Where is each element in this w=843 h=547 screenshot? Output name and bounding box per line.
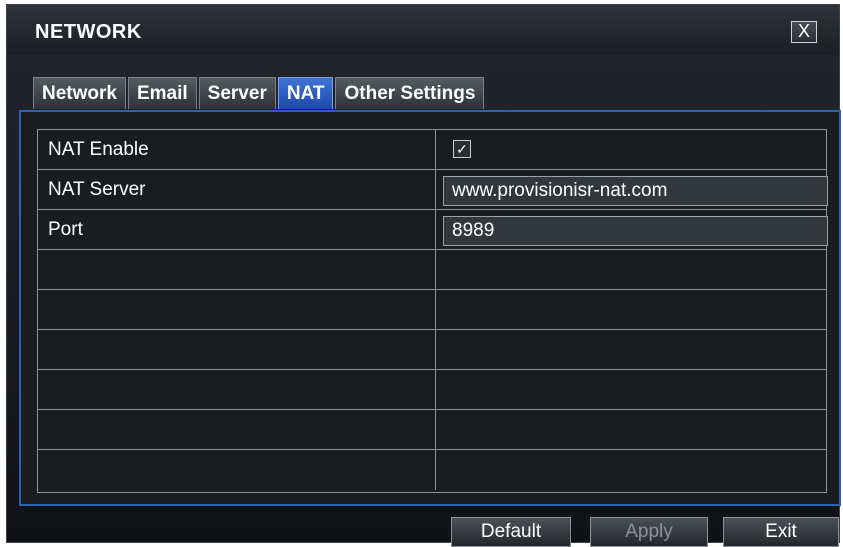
settings-grid: NAT Enable ✓ NAT Server www.provisionisr…	[37, 129, 828, 493]
tab-bar: Network Email Server NAT Other Settings	[33, 77, 486, 109]
empty-row	[38, 290, 826, 330]
apply-button[interactable]: Apply	[590, 517, 708, 547]
exit-button[interactable]: Exit	[723, 517, 839, 547]
window-title: NETWORK	[35, 21, 142, 43]
empty-row	[38, 410, 826, 450]
nat-server-row: NAT Server www.provisionisr-nat.com	[38, 170, 828, 210]
column-divider	[435, 450, 436, 490]
column-divider	[435, 370, 436, 409]
nat-enable-label: NAT Enable	[48, 139, 149, 160]
column-divider	[435, 290, 436, 329]
empty-row	[38, 330, 826, 370]
column-divider	[435, 130, 436, 169]
port-input[interactable]: 8989	[443, 216, 828, 246]
column-divider	[435, 210, 436, 249]
network-settings-window: NETWORK X Network Email Server NAT Other…	[6, 4, 841, 547]
tab-server[interactable]: Server	[198, 77, 276, 109]
column-divider	[435, 410, 436, 449]
tab-nat[interactable]: NAT	[277, 77, 334, 109]
tab-email[interactable]: Email	[127, 77, 197, 109]
title-bar: NETWORK X	[7, 5, 839, 55]
port-label: Port	[48, 219, 83, 240]
column-divider	[435, 170, 436, 209]
column-divider	[435, 250, 436, 289]
empty-row	[38, 250, 826, 290]
empty-row	[38, 450, 826, 490]
tab-other-settings[interactable]: Other Settings	[335, 77, 485, 109]
default-button[interactable]: Default	[451, 517, 571, 547]
empty-row	[38, 370, 826, 410]
nat-enable-checkbox[interactable]: ✓	[453, 140, 471, 158]
column-divider	[435, 330, 436, 369]
port-row: Port 8989	[38, 210, 828, 250]
close-button[interactable]: X	[791, 21, 817, 43]
nat-server-label: NAT Server	[48, 179, 146, 200]
nat-server-input[interactable]: www.provisionisr-nat.com	[443, 176, 828, 206]
nat-enable-row: NAT Enable ✓	[38, 130, 826, 170]
nat-settings-panel: NAT Enable ✓ NAT Server www.provisionisr…	[19, 110, 841, 506]
tab-network[interactable]: Network	[33, 77, 126, 109]
